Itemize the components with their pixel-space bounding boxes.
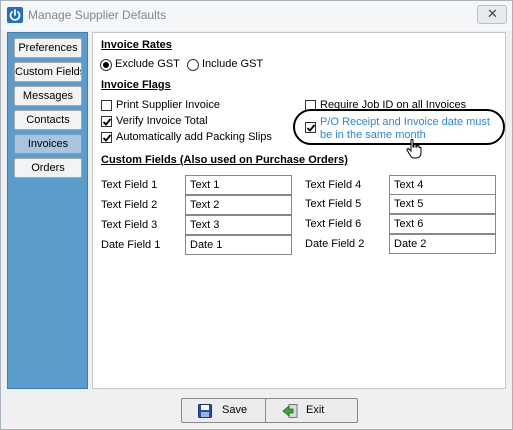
exit-button[interactable]: Exit: [265, 398, 358, 423]
text-field-5-label: Text Field 5: [305, 198, 362, 210]
checkmark-icon: [102, 118, 112, 126]
text-field-6-input[interactable]: Text 6: [389, 214, 496, 234]
sidebar-item-orders[interactable]: Orders: [14, 158, 82, 178]
power-icon: [7, 7, 23, 23]
text-field-4-label: Text Field 4: [305, 179, 362, 191]
invoice-flags-title: Invoice Flags: [101, 79, 171, 91]
auto-packing-slips-label: Automatically add Packing Slips: [116, 131, 272, 143]
checkmark-icon: [102, 134, 112, 142]
exit-label: Exit: [306, 404, 325, 416]
title-bar: Manage Supplier Defaults ✕: [1, 1, 512, 31]
text-field-2-input[interactable]: Text 2: [185, 195, 292, 215]
exclude-gst-label: Exclude GST: [115, 58, 180, 70]
print-supplier-invoice-checkbox[interactable]: [101, 100, 112, 111]
include-gst-radio[interactable]: [187, 59, 199, 71]
auto-packing-slips-checkbox[interactable]: [101, 132, 112, 143]
window-title: Manage Supplier Defaults: [28, 8, 167, 22]
sidebar: Preferences Custom Fields Messages Conta…: [7, 32, 88, 389]
close-icon: ✕: [487, 6, 498, 21]
save-button[interactable]: Save: [181, 398, 274, 423]
verify-invoice-total-label: Verify Invoice Total: [116, 115, 208, 127]
exit-door-icon: [282, 404, 298, 421]
highlight-oval: [293, 109, 505, 145]
text-field-3-label: Text Field 3: [101, 219, 158, 231]
close-button[interactable]: ✕: [477, 5, 507, 24]
date-field-1-label: Date Field 1: [101, 239, 161, 251]
include-gst-label: Include GST: [202, 58, 264, 70]
text-field-2-label: Text Field 2: [101, 199, 158, 211]
sidebar-item-custom-fields[interactable]: Custom Fields: [14, 62, 82, 82]
save-disk-icon: [198, 404, 212, 421]
date-field-1-input[interactable]: Date 1: [185, 235, 292, 255]
text-field-1-input[interactable]: Text 1: [185, 175, 292, 195]
sidebar-item-preferences[interactable]: Preferences: [14, 38, 82, 58]
text-field-4-input[interactable]: Text 4: [389, 175, 496, 195]
text-field-6-label: Text Field 6: [305, 218, 362, 230]
exclude-gst-radio[interactable]: [100, 59, 112, 71]
sidebar-item-contacts[interactable]: Contacts: [14, 110, 82, 130]
text-field-5-input[interactable]: Text 5: [389, 194, 496, 214]
text-field-3-input[interactable]: Text 3: [185, 215, 292, 235]
print-supplier-invoice-label: Print Supplier Invoice: [116, 99, 220, 111]
sidebar-item-invoices[interactable]: Invoices: [14, 134, 82, 154]
sidebar-item-messages[interactable]: Messages: [14, 86, 82, 106]
date-field-2-input[interactable]: Date 2: [389, 234, 496, 254]
custom-fields-title: Custom Fields (Also used on Purchase Ord…: [101, 154, 348, 166]
save-label: Save: [222, 404, 248, 416]
verify-invoice-total-checkbox[interactable]: [101, 116, 112, 127]
manage-supplier-defaults-window: Manage Supplier Defaults ✕ Preferences C…: [0, 0, 513, 430]
date-field-2-label: Date Field 2: [305, 238, 365, 250]
hand-cursor-icon: [406, 138, 422, 162]
invoice-rates-title: Invoice Rates: [101, 39, 172, 51]
text-field-1-label: Text Field 1: [101, 179, 158, 191]
